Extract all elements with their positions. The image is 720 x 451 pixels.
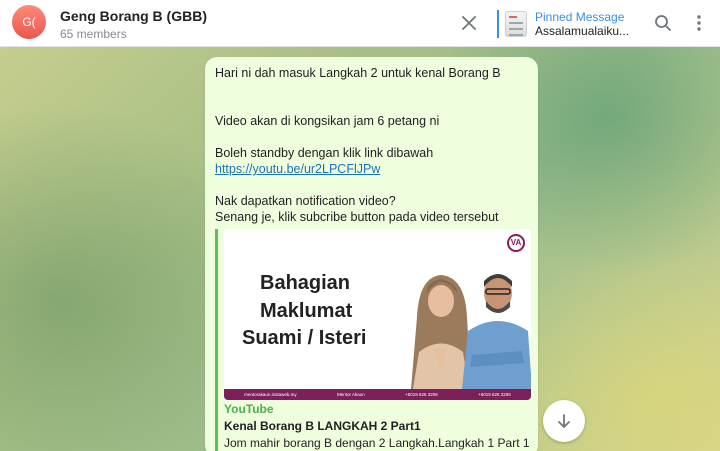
man-figure-icon [462, 274, 531, 389]
message-gap [215, 97, 528, 113]
thumbnail-text: Bahagian [260, 272, 351, 294]
scroll-to-bottom-button[interactable] [543, 400, 585, 442]
video-thumbnail[interactable]: VA Bahagian Maklumat Suami / Isteri ment [224, 229, 531, 400]
footer-item: Mentor Akaun [337, 391, 365, 397]
pinned-title: Pinned Message [535, 10, 625, 24]
link-preview[interactable]: VA Bahagian Maklumat Suami / Isteri ment [215, 229, 531, 451]
search-icon [655, 15, 671, 31]
footer-item: +6019 626 3206 [478, 391, 511, 397]
pinned-text: Assalamualaiku... [535, 24, 630, 38]
close-icon [462, 16, 476, 30]
message-line: Hari ni dah masuk Langkah 2 untuk kenal … [215, 66, 501, 80]
footer-item: mentorakaun.instaweb.my [244, 391, 297, 397]
message-bubble[interactable]: Hari ni dah masuk Langkah 2 untuk kenal … [205, 57, 538, 451]
preview-description: Jom mahir borang B dengan 2 Langkah.Lang… [224, 436, 531, 450]
message-line: Video akan di kongsikan jam 6 petang ni [215, 114, 440, 128]
thumbnail-text: Suami / Isteri [242, 327, 367, 349]
pinned-message[interactable]: Pinned Message Assalamualaiku... [497, 8, 637, 40]
arrow-down-icon [558, 414, 570, 428]
pinned-thumbnail [505, 11, 527, 37]
chat-header: G( Geng Borang B (GBB) 65 members Pinned… [0, 0, 720, 47]
youtube-link[interactable]: https://youtu.be/ur2LPCFlJPw [215, 162, 380, 176]
more-vertical-icon [697, 15, 701, 31]
close-button[interactable] [458, 12, 480, 34]
brand-logo-icon: VA [507, 234, 525, 252]
thumbnail-text: Maklumat [260, 300, 353, 322]
message-gap [215, 81, 528, 97]
message-gap [215, 177, 528, 193]
message-line: Nak dapatkan notification video? [215, 194, 396, 208]
thumbnail-footer: mentorakaun.instaweb.my Mentor Akaun +60… [224, 389, 531, 400]
pinned-indicator [497, 10, 499, 38]
message-line: Boleh standby dengan klik link dibawah [215, 146, 434, 160]
message-line: Senang je, klik subcribe button pada vid… [215, 210, 499, 224]
more-options-button[interactable] [688, 12, 710, 34]
chat-title: Geng Borang B (GBB) [60, 8, 207, 24]
message-gap [215, 129, 528, 145]
member-count: 65 members [60, 27, 127, 41]
footer-item: +6019 626 3206 [405, 391, 438, 397]
preview-source: YouTube [224, 402, 274, 416]
group-avatar[interactable]: G( [12, 5, 46, 39]
avatar-initials: G( [22, 15, 36, 29]
search-button[interactable] [652, 12, 674, 34]
chat-title-block[interactable]: Geng Borang B (GBB) 65 members [60, 8, 207, 42]
preview-title: Kenal Borang B LANGKAH 2 Part1 [224, 419, 421, 433]
